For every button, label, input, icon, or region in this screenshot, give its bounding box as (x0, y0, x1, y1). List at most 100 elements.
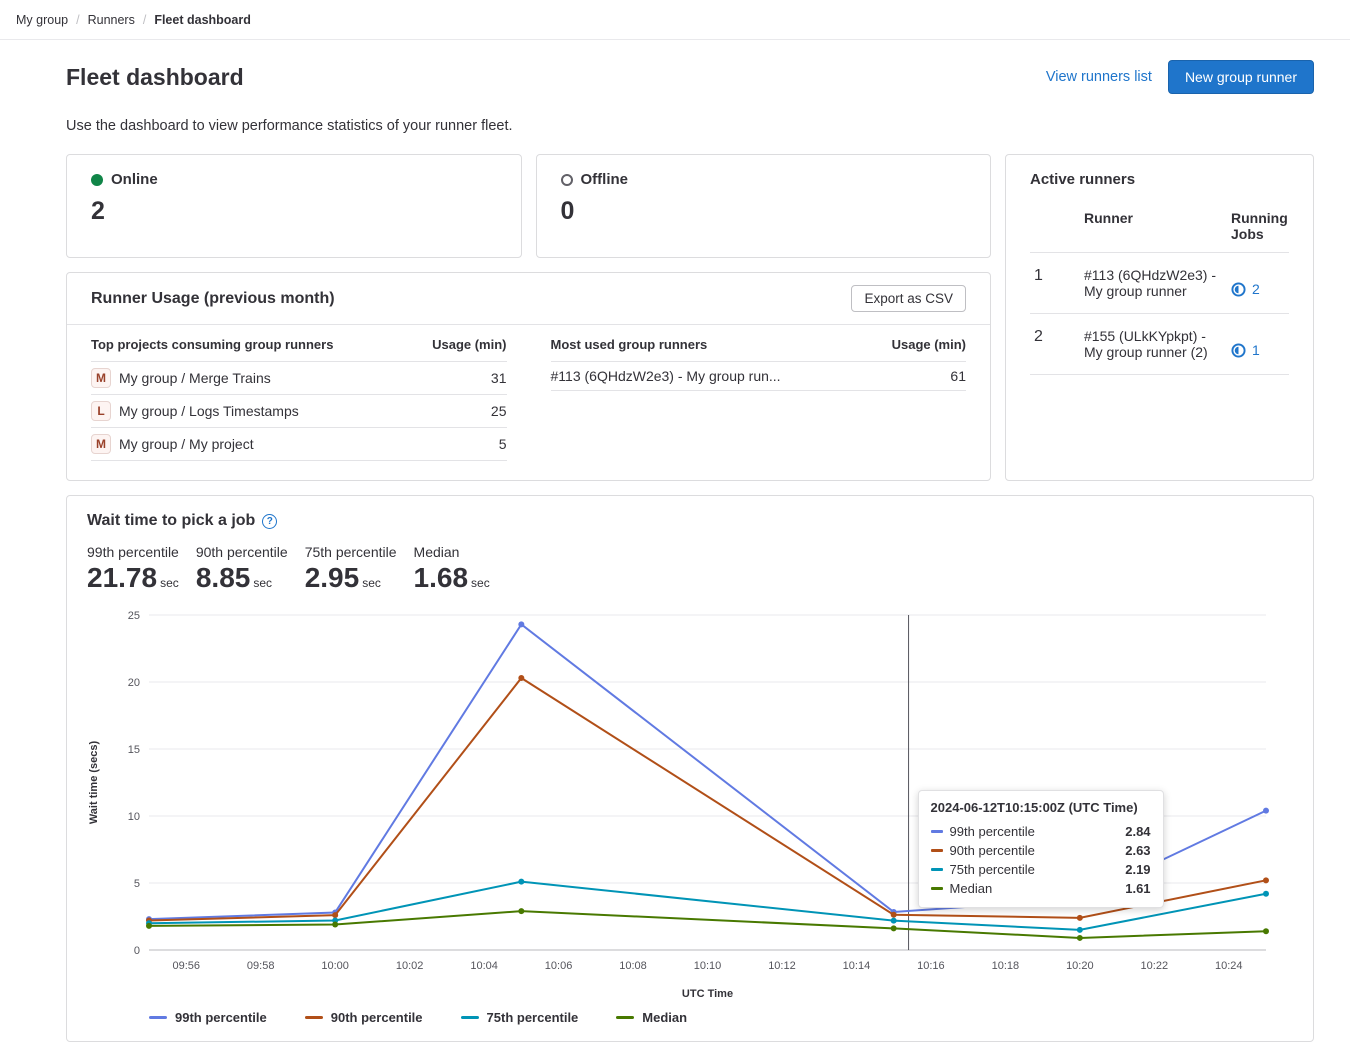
svg-text:10:06: 10:06 (545, 960, 573, 972)
series-value: 2.63 (1125, 843, 1150, 858)
svg-text:10: 10 (128, 811, 140, 823)
dashboard-grid: Online 2 Offline 0 Runner Usage (previou… (66, 154, 1314, 481)
project-usage-row: MMy group / Merge Trains31 (91, 362, 507, 395)
legend-item[interactable]: 90th percentile (305, 1010, 423, 1025)
breadcrumb-item-3: Fleet dashboard (154, 13, 251, 27)
legend-item[interactable]: 99th percentile (149, 1010, 267, 1025)
legend-label: 90th percentile (331, 1010, 423, 1025)
header-actions: View runners list New group runner (1046, 60, 1314, 94)
online-status-icon (91, 174, 103, 186)
running-status-icon (1231, 282, 1246, 297)
svg-text:10:12: 10:12 (768, 960, 796, 972)
stat-label: 99th percentile (87, 544, 179, 560)
active-runners-title: Active runners (1030, 171, 1289, 188)
new-group-runner-button[interactable]: New group runner (1168, 60, 1314, 94)
wait-time-title-row: Wait time to pick a job ? (87, 512, 1293, 530)
wait-time-stat: 75th percentile2.95sec (305, 544, 397, 599)
stat-value: 2.95sec (305, 562, 397, 599)
offline-label: Offline (581, 171, 629, 188)
svg-text:Wait time (secs): Wait time (secs) (88, 740, 100, 824)
most-used-rows: #113 (6QHdzW2e3) - My group run...61 (551, 362, 967, 391)
stat-unit: sec (471, 576, 490, 590)
project-usage-value: 5 (499, 436, 507, 452)
svg-text:10:02: 10:02 (396, 960, 424, 972)
project-avatar: M (91, 434, 111, 454)
legend-marker (616, 1016, 634, 1019)
offline-runners-card: Offline 0 (536, 154, 992, 258)
runner-index: 2 (1030, 328, 1060, 346)
stat-unit: sec (160, 576, 179, 590)
index-col-header (1030, 210, 1060, 242)
project-usage-value: 25 (491, 403, 507, 419)
page-header: Fleet dashboard View runners list New gr… (66, 60, 1314, 94)
project-name-cell: MMy group / Merge Trains (91, 368, 271, 388)
breadcrumb-item-1[interactable]: My group (16, 13, 68, 27)
active-runners-table-head: Runner Running Jobs (1030, 210, 1289, 253)
wait-time-title: Wait time to pick a job (87, 512, 255, 530)
projects-usage-col-header: Usage (min) (432, 337, 506, 352)
most-used-runners-table-head: Most used group runners Usage (min) (551, 325, 967, 362)
series-value: 2.19 (1125, 862, 1150, 877)
offline-label-row: Offline (561, 171, 967, 188)
runner-usage-card: Runner Usage (previous month) Export as … (66, 272, 991, 481)
svg-text:15: 15 (128, 744, 140, 756)
dashboard-left-column: Online 2 Offline 0 Runner Usage (previou… (66, 154, 991, 481)
chart-container[interactable]: 051015202509:5609:5810:0010:0210:0410:06… (87, 605, 1293, 1008)
help-question-icon[interactable]: ? (262, 514, 277, 529)
wait-time-stats: 99th percentile21.78sec90th percentile8.… (87, 544, 1293, 599)
runner-name: #113 (6QHdzW2e3) - My group runner (1072, 267, 1219, 299)
active-runners-card: Active runners Runner Running Jobs 1 #113… (1005, 154, 1314, 481)
main-content: Fleet dashboard View runners list New gr… (0, 40, 1350, 1052)
page-title: Fleet dashboard (66, 63, 244, 91)
running-jobs-cell: 2 (1231, 267, 1289, 297)
stat-unit: sec (362, 576, 381, 590)
running-jobs-count[interactable]: 1 (1252, 342, 1260, 358)
legend-item[interactable]: Median (616, 1010, 687, 1025)
project-usage-row: LMy group / Logs Timestamps25 (91, 395, 507, 428)
project-name: My group / My project (119, 436, 254, 452)
svg-text:0: 0 (134, 945, 140, 957)
running-status-icon (1231, 343, 1246, 358)
view-runners-list-link[interactable]: View runners list (1046, 69, 1152, 85)
stat-value: 21.78sec (87, 562, 179, 599)
running-jobs-count[interactable]: 2 (1252, 281, 1260, 297)
runner-usage-title: Runner Usage (previous month) (91, 290, 335, 308)
legend-label: 75th percentile (487, 1010, 579, 1025)
legend-item[interactable]: 75th percentile (461, 1010, 579, 1025)
series-marker (931, 887, 943, 890)
svg-text:10:24: 10:24 (1215, 960, 1243, 972)
series-marker (931, 849, 943, 852)
tooltip-rows: 99th percentile2.8490th percentile2.6375… (931, 822, 1151, 898)
svg-text:10:20: 10:20 (1066, 960, 1094, 972)
runners-usage-col-header: Usage (min) (892, 337, 966, 352)
active-runners-rows: 1#113 (6QHdzW2e3) - My group runner22#15… (1030, 253, 1289, 375)
stat-label: Median (414, 544, 490, 560)
svg-text:5: 5 (134, 878, 140, 890)
stat-unit: sec (253, 576, 272, 590)
active-runner-row: 2#155 (ULkKYpkpt) - My group runner (2)1 (1030, 314, 1289, 375)
page-description: Use the dashboard to view performance st… (66, 118, 1314, 134)
series-name: 75th percentile (950, 862, 1035, 877)
online-count: 2 (91, 197, 497, 226)
active-runner-row: 1#113 (6QHdzW2e3) - My group runner2 (1030, 253, 1289, 314)
chart-legend: 99th percentile 90th percentile 75th perce… (149, 1010, 1293, 1025)
series-marker (931, 830, 943, 833)
svg-text:09:58: 09:58 (247, 960, 275, 972)
chart-tooltip: 2024-06-12T10:15:00Z (UTC Time) 99th per… (918, 790, 1164, 908)
breadcrumb-item-2[interactable]: Runners (88, 13, 135, 27)
wait-time-stat: Median1.68sec (414, 544, 490, 599)
svg-text:10:10: 10:10 (694, 960, 722, 972)
svg-text:10:04: 10:04 (470, 960, 498, 972)
export-csv-button[interactable]: Export as CSV (851, 285, 966, 312)
tooltip-row: 90th percentile 2.63 (931, 841, 1151, 860)
stat-value: 8.85sec (196, 562, 288, 599)
breadcrumb-separator: / (143, 13, 146, 27)
breadcrumb: My group/Runners/Fleet dashboard (0, 0, 1350, 40)
legend-marker (461, 1016, 479, 1019)
runner-usage-header: Runner Usage (previous month) Export as … (67, 273, 990, 325)
runner-col-header: Runner (1072, 210, 1219, 242)
project-avatar: M (91, 368, 111, 388)
series-name: 90th percentile (950, 843, 1035, 858)
project-usage-row: M My group / My project 5 (91, 428, 507, 461)
running-jobs-cell: 1 (1231, 328, 1289, 358)
